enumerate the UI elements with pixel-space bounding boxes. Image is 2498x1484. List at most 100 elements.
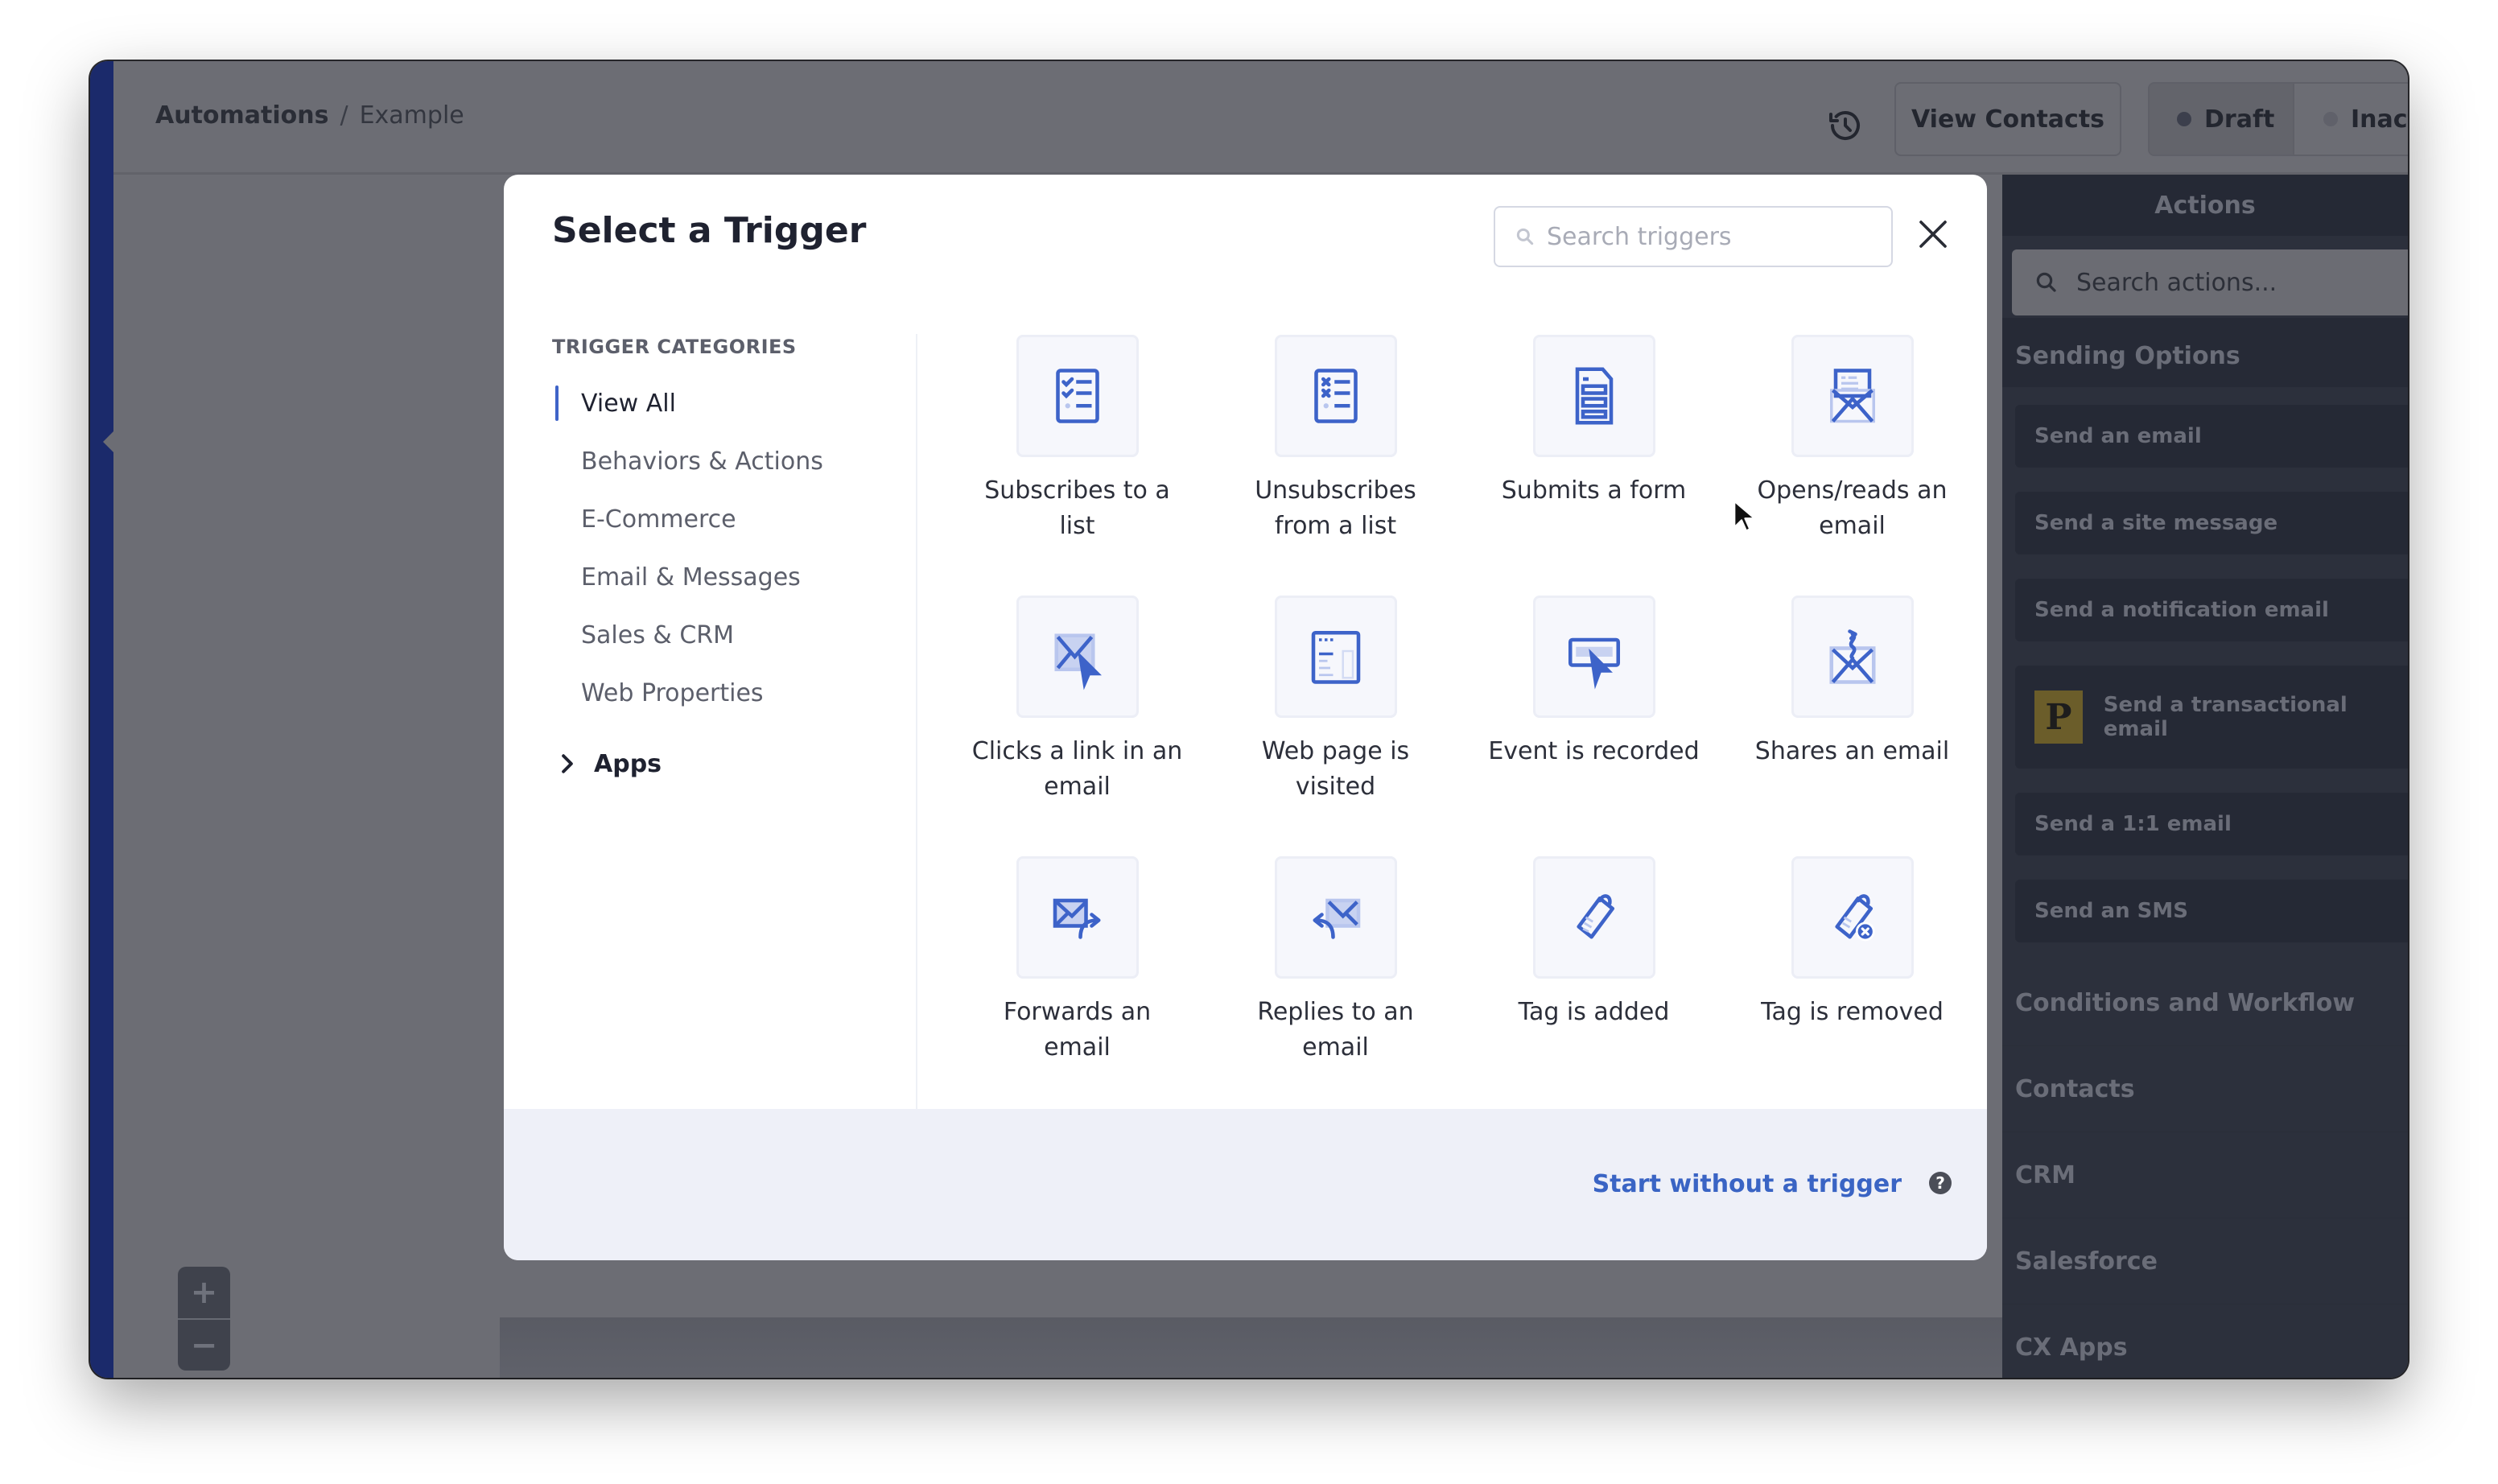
mouse-cursor-icon xyxy=(1733,500,1756,532)
trigger-submits-form[interactable]: Submits a form xyxy=(1465,335,1723,596)
sending-options-list: Send an email Send a site message Send a… xyxy=(2002,387,2408,960)
breadcrumb: Automations / Example xyxy=(155,101,464,130)
section-salesforce[interactable]: Salesforce xyxy=(2002,1218,2408,1305)
actions-panel: Actions Search actions... Sending Option… xyxy=(2002,175,2408,1378)
category-behaviors-actions[interactable]: Behaviors & Actions xyxy=(552,432,914,490)
category-ecommerce[interactable]: E-Commerce xyxy=(552,490,914,548)
webpage-icon xyxy=(1311,630,1360,684)
action-send-site-message[interactable]: Send a site message xyxy=(2015,492,2408,554)
category-web-properties[interactable]: Web Properties xyxy=(552,664,914,722)
category-email-messages[interactable]: Email & Messages xyxy=(552,548,914,606)
sending-options-title[interactable]: Sending Options xyxy=(2002,324,2408,387)
category-label: Email & Messages xyxy=(581,563,801,592)
status-inactive-label: Inactive xyxy=(2351,105,2408,134)
actions-search-wrap: Search actions... xyxy=(2002,236,2408,318)
envelope-click-icon xyxy=(1053,633,1102,690)
form-icon xyxy=(1575,367,1613,425)
trigger-tag-removed[interactable]: Tag is removed xyxy=(1723,856,1981,1117)
tag-icon xyxy=(1576,894,1614,939)
apps-label: Apps xyxy=(594,749,662,778)
zoom-in-button[interactable]: + xyxy=(178,1267,230,1320)
trigger-label: Tag is removed xyxy=(1761,998,1944,1026)
trigger-forwards-email[interactable]: Forwards an email xyxy=(948,856,1206,1117)
trigger-replies-email[interactable]: Replies to an email xyxy=(1206,856,1465,1117)
trigger-subscribes-to-list[interactable]: Subscribes to a list xyxy=(948,335,1206,596)
postmark-logo-icon: P xyxy=(2034,690,2083,744)
trigger-web-page-visited[interactable]: Web page is visited xyxy=(1206,596,1465,856)
event-click-icon xyxy=(1568,637,1620,690)
trigger-icon-box xyxy=(1791,856,1914,979)
tag-remove-icon xyxy=(1834,894,1875,942)
trigger-search-input[interactable] xyxy=(1545,221,1870,252)
collapse-arrow-icon[interactable] xyxy=(103,431,113,452)
draft-dot-icon xyxy=(2177,112,2191,126)
category-label: View All xyxy=(581,389,676,418)
list-x-icon xyxy=(1313,369,1358,423)
trigger-clicks-link[interactable]: Clicks a link in an email xyxy=(948,596,1206,856)
status-draft[interactable]: Draft xyxy=(2150,84,2294,155)
trigger-tag-added[interactable]: Tag is added xyxy=(1465,856,1723,1117)
view-contacts-button[interactable]: View Contacts xyxy=(1894,82,2121,156)
action-send-1to1-email[interactable]: Send a 1:1 email xyxy=(2015,793,2408,855)
section-contacts[interactable]: Contacts xyxy=(2002,1046,2408,1132)
modal-title: Select a Trigger xyxy=(552,210,867,251)
action-send-transactional-email[interactable]: P Send a transactional email xyxy=(2015,666,2408,769)
category-view-all[interactable]: View All xyxy=(552,374,914,432)
search-icon xyxy=(2036,272,2056,292)
left-nav-rail xyxy=(90,61,113,1378)
trigger-search-field[interactable] xyxy=(1494,206,1893,267)
trigger-label: Submits a form xyxy=(1501,476,1687,505)
start-without-trigger-link[interactable]: Start without a trigger xyxy=(1593,1170,1902,1198)
breadcrumb-separator: / xyxy=(340,101,348,130)
category-sales-crm[interactable]: Sales & CRM xyxy=(552,606,914,664)
trigger-icon-box xyxy=(1274,856,1397,979)
section-crm[interactable]: CRM xyxy=(2002,1132,2408,1218)
action-label: Send an email xyxy=(2034,424,2202,448)
canvas-node-shadow xyxy=(500,1317,2029,1378)
section-conditions-workflow[interactable]: Conditions and Workflow xyxy=(2002,960,2408,1046)
chevron-right-icon xyxy=(562,754,573,773)
history-icon[interactable] xyxy=(1826,106,1865,145)
action-label: Send a site message xyxy=(2034,511,2278,535)
trigger-label: Opens/reads an email xyxy=(1757,476,1948,540)
action-send-email[interactable]: Send an email xyxy=(2015,405,2408,468)
actions-search-input[interactable]: Search actions... xyxy=(2012,249,2408,315)
trigger-grid: Subscribes to a list Unsubscribes from a… xyxy=(948,335,1986,1117)
category-label: Web Properties xyxy=(581,678,764,707)
inactive-dot-icon xyxy=(2323,112,2338,126)
category-apps-toggle[interactable]: Apps xyxy=(552,735,914,793)
share-envelope-icon xyxy=(1828,629,1876,684)
trigger-icon-box xyxy=(1791,335,1914,457)
trigger-shares-email[interactable]: Shares an email xyxy=(1723,596,1981,856)
open-envelope-icon xyxy=(1829,369,1875,423)
trigger-event-recorded[interactable]: Event is recorded xyxy=(1465,596,1723,856)
trigger-icon-box xyxy=(1016,596,1139,718)
action-send-notification-email[interactable]: Send a notification email xyxy=(2015,579,2408,641)
reply-envelope-icon xyxy=(1312,898,1360,939)
breadcrumb-automations[interactable]: Automations xyxy=(155,101,328,130)
section-cx-apps[interactable]: CX Apps xyxy=(2002,1305,2408,1378)
actions-search-placeholder: Search actions... xyxy=(2076,268,2277,297)
trigger-opens-email[interactable]: Opens/reads an email xyxy=(1723,335,1981,596)
categories-divider xyxy=(916,334,917,1243)
trigger-unsubscribes-from-list[interactable]: Unsubscribes from a list xyxy=(1206,335,1465,596)
trigger-label: Clicks a link in an email xyxy=(971,737,1183,801)
action-label: Send a notification email xyxy=(2034,598,2329,622)
modal-footer: Start without a trigger ? xyxy=(504,1109,1987,1260)
trigger-icon-box xyxy=(1274,596,1397,718)
trigger-label: Web page is visited xyxy=(1261,737,1410,801)
zoom-out-button[interactable]: − xyxy=(178,1320,230,1371)
category-label: Behaviors & Actions xyxy=(581,447,823,476)
trigger-icon-box xyxy=(1791,596,1914,718)
close-icon[interactable] xyxy=(1917,218,1949,250)
action-send-sms[interactable]: Send an SMS xyxy=(2015,880,2408,942)
select-trigger-modal: Select a Trigger TRIGGER CATEGORIES View… xyxy=(504,175,1987,1260)
help-icon[interactable]: ? xyxy=(1929,1172,1952,1194)
category-label: Sales & CRM xyxy=(581,620,734,649)
search-icon xyxy=(1516,228,1534,245)
trigger-label: Subscribes to a list xyxy=(984,476,1170,540)
zoom-controls: + − xyxy=(178,1267,230,1371)
status-toggle: Draft Inactive xyxy=(2148,82,2408,156)
breadcrumb-current: Example xyxy=(359,101,464,130)
status-inactive[interactable]: Inactive xyxy=(2294,84,2408,155)
